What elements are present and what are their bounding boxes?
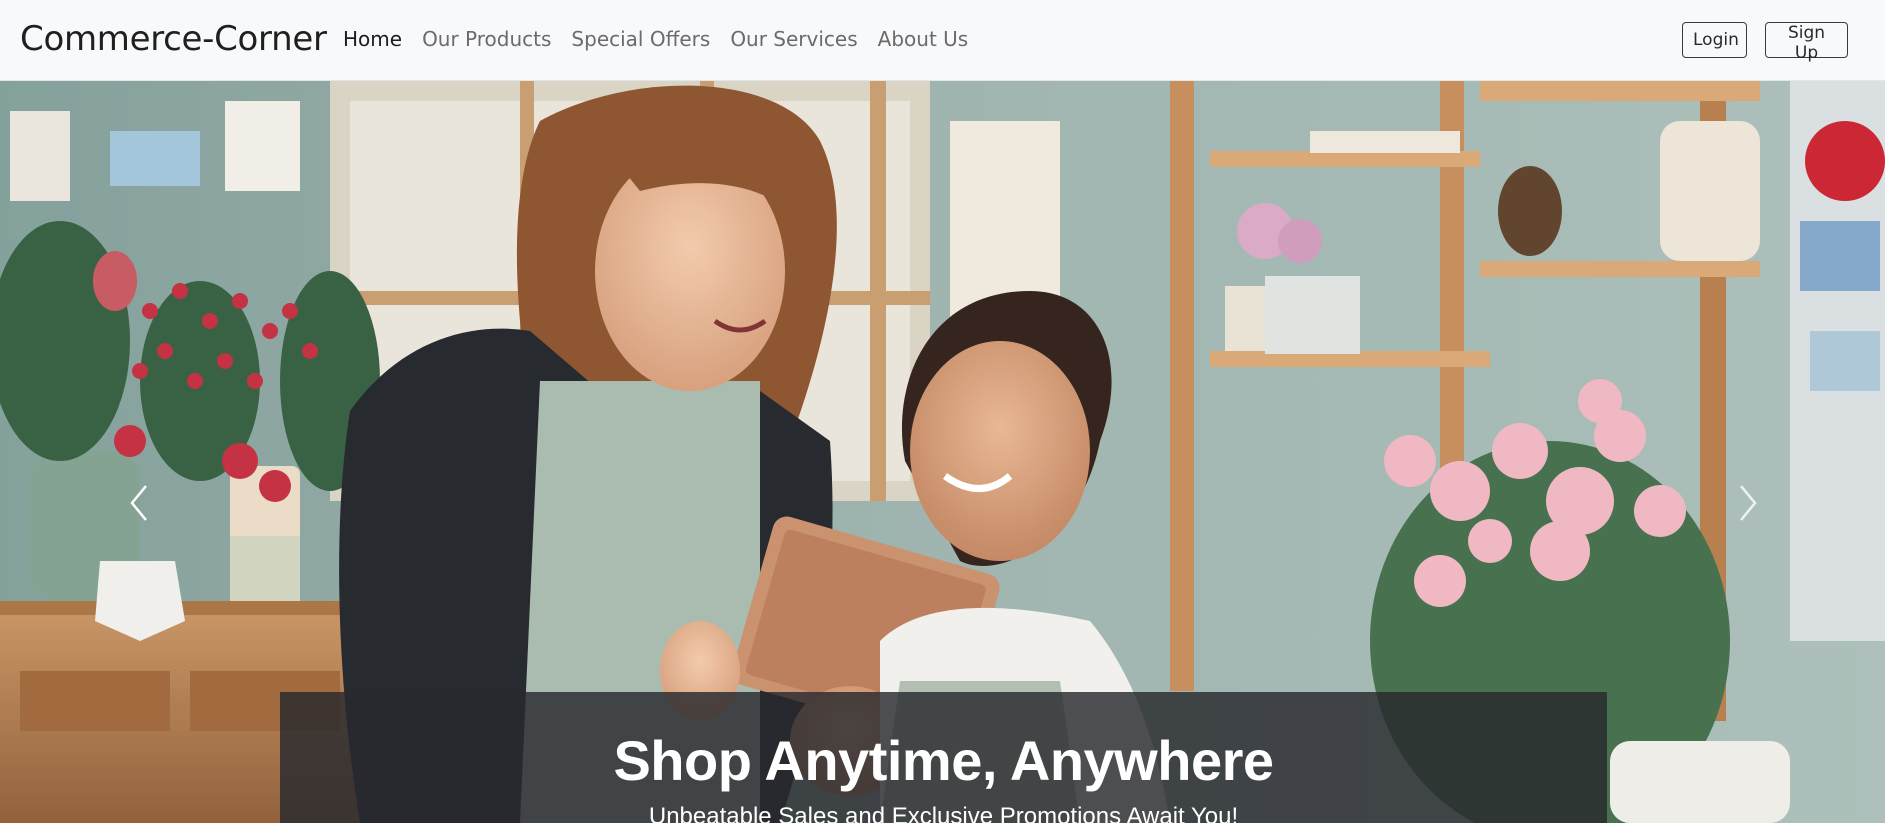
carousel-caption: Shop Anytime, Anywhere Unbeatable Sales … [280, 692, 1607, 823]
signup-button[interactable]: Sign Up [1765, 22, 1848, 63]
brand-logo[interactable]: Commerce-Corner [20, 19, 327, 59]
carousel-prev-button[interactable] [119, 473, 159, 533]
nav-link-home[interactable]: Home [343, 27, 402, 51]
nav-link-our-services[interactable]: Our Services [730, 27, 857, 51]
nav-link-our-products[interactable]: Our Products [422, 27, 551, 51]
nav-link-about-us[interactable]: About Us [878, 27, 969, 51]
login-button[interactable]: Login [1682, 22, 1747, 58]
chevron-left-icon [130, 485, 147, 521]
nav-links: Home Our Products Special Offers Our Ser… [343, 27, 988, 51]
nav-link-special-offers[interactable]: Special Offers [571, 27, 710, 51]
hero-title: Shop Anytime, Anywhere [613, 729, 1274, 792]
navbar: Commerce-Corner Home Our Products Specia… [0, 0, 1885, 81]
hero-subtitle: Unbeatable Sales and Exclusive Promotion… [648, 803, 1239, 823]
chevron-right-icon [1740, 485, 1757, 521]
hero-carousel: Shop Anytime, Anywhere Unbeatable Sales … [0, 81, 1885, 823]
carousel-next-button[interactable] [1728, 473, 1768, 533]
